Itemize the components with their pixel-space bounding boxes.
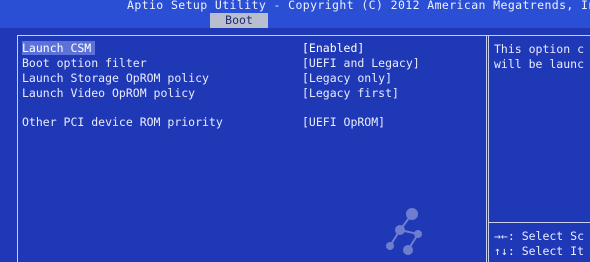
- title-bar: Aptio Setup Utility - Copyright (C) 2012…: [0, 0, 590, 28]
- setting-value[interactable]: [Enabled]: [302, 41, 364, 55]
- setting-label: Other PCI device ROM priority: [22, 115, 223, 129]
- window-title: Aptio Setup Utility - Copyright (C) 2012…: [127, 0, 590, 12]
- frame-left-border: [17, 35, 18, 262]
- setting-label: Launch Storage OpROM policy: [22, 71, 209, 85]
- setting-value[interactable]: [UEFI and Legacy]: [302, 56, 420, 70]
- watermark-logo: [386, 208, 422, 255]
- setting-value[interactable]: [Legacy first]: [302, 86, 399, 100]
- setting-label: Launch CSM: [22, 41, 96, 55]
- setting-value[interactable]: [Legacy only]: [302, 71, 392, 85]
- setting-label: Boot option filter: [22, 56, 147, 70]
- help-text-line: This option c: [494, 42, 585, 56]
- help-text-line: will be launc: [494, 57, 585, 71]
- setting-value[interactable]: [UEFI OpROM]: [302, 115, 385, 129]
- tab-boot[interactable]: Boot: [210, 13, 268, 28]
- setting-label: Launch Video OpROM policy: [22, 86, 196, 100]
